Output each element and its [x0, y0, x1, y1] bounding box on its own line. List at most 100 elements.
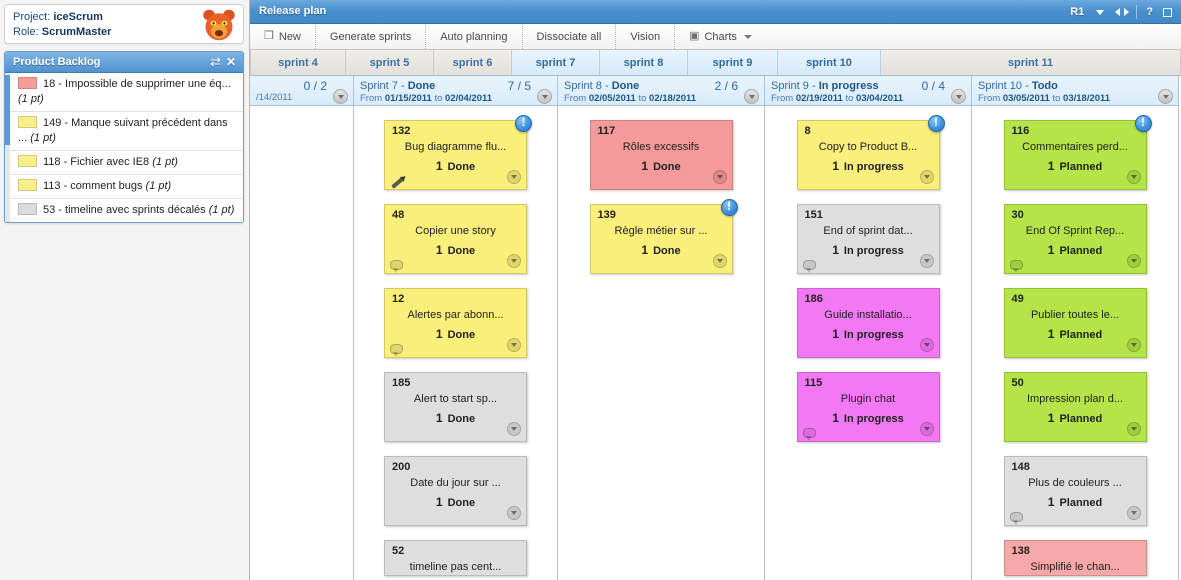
- toolbar-button-auto-planning[interactable]: Auto planning: [426, 24, 523, 49]
- product-backlog-header: Product Backlog ⇄ ✕: [5, 52, 243, 73]
- sprint-status-badge: In progress: [818, 80, 879, 92]
- story-card-menu-icon[interactable]: [919, 338, 934, 352]
- story-card-menu-icon[interactable]: [919, 254, 934, 268]
- story-card[interactable]: 138Simplifié le chan...1Planned: [1003, 540, 1147, 576]
- list-item[interactable]: 113 - comment bugs (1 pt): [10, 175, 243, 199]
- sprint-dates: From 03/05/2011 to 03/18/2011: [978, 93, 1110, 104]
- story-card-status-line: 1 Done: [385, 159, 526, 173]
- tab-sprint-9[interactable]: sprint 9: [688, 50, 778, 75]
- sprint-menu-icon[interactable]: [333, 89, 348, 104]
- story-card-menu-icon[interactable]: [507, 254, 521, 268]
- tab-sprint-8[interactable]: sprint 8: [600, 50, 688, 75]
- story-card[interactable]: 185 Alert to start sp... 1 Done: [384, 372, 527, 442]
- story-card-menu-icon[interactable]: [507, 506, 521, 520]
- story-card-menu-icon[interactable]: [507, 422, 521, 436]
- story-card[interactable]: 117 Rôles excessifs 1 Done: [589, 120, 733, 190]
- release-selector-label[interactable]: R1: [1065, 0, 1089, 24]
- story-card-menu-icon[interactable]: [919, 422, 934, 436]
- sprint-menu-icon[interactable]: [744, 89, 759, 104]
- story-card-menu-icon[interactable]: [1126, 506, 1141, 520]
- story-card-points: 1: [641, 243, 649, 257]
- toolbar-button-new[interactable]: ❐ New: [250, 24, 316, 49]
- maximize-icon[interactable]: [1163, 7, 1172, 17]
- sprint-title-prefix: Sprint 8 -: [564, 80, 612, 92]
- project-info-box: Project: iceScrum Role: ScrumMaster: [4, 4, 244, 44]
- story-card-name: Commentaires perd...: [1022, 141, 1128, 153]
- story-card-menu-icon[interactable]: [919, 170, 934, 184]
- previous-arrow-icon[interactable]: [1115, 8, 1121, 16]
- story-card-menu-icon[interactable]: [712, 170, 727, 184]
- story-card-menu-icon[interactable]: [712, 254, 727, 268]
- story-card[interactable]: 50 Impression plan d... 1 Planned: [1003, 372, 1147, 442]
- list-item-points: (1 pt): [27, 132, 56, 144]
- sprint-title: Sprint 8 - Done: [564, 80, 639, 92]
- list-item[interactable]: 18 - Impossible de supprimer une éq... (…: [10, 73, 243, 112]
- toolbar-button-dissociate-all[interactable]: Dissociate all: [523, 24, 617, 49]
- story-card-state: Done: [447, 497, 476, 509]
- sprint-dates-separator: to: [1049, 93, 1064, 104]
- story-card[interactable]: 200 Date du jour sur ... 1 Done: [384, 456, 527, 526]
- sprint-dates-separator: to: [431, 93, 446, 104]
- tab-sprint-4[interactable]: sprint 4: [250, 50, 346, 75]
- tab-sprint-11[interactable]: sprint 11: [881, 50, 1181, 75]
- story-card[interactable]: 151 End of sprint dat... 1 In progress: [796, 204, 940, 274]
- story-card[interactable]: 30 End Of Sprint Rep... 1 Planned: [1003, 204, 1147, 274]
- story-card[interactable]: 148 Plus de couleurs ... 1 Planned: [1003, 456, 1147, 526]
- next-arrow-icon[interactable]: [1124, 8, 1130, 16]
- toolbar-button-generate-sprints[interactable]: Generate sprints: [316, 24, 427, 49]
- left-sidebar: Project: iceScrum Role: ScrumMaster Prod…: [0, 0, 250, 580]
- project-value: iceScrum: [53, 11, 103, 23]
- story-card-menu-icon[interactable]: [1126, 170, 1141, 184]
- help-icon[interactable]: ?: [1141, 0, 1158, 24]
- story-card-status-line: 1 Done: [385, 411, 526, 425]
- story-card[interactable]: 8 Copy to Product B... 1 In progress: [796, 115, 945, 190]
- story-card-menu-icon[interactable]: [507, 338, 521, 352]
- chevron-down-icon[interactable]: [743, 34, 752, 39]
- toolbar-button-vision[interactable]: Vision: [616, 24, 676, 49]
- story-card-menu-icon[interactable]: [1126, 254, 1141, 268]
- sprint-title-prefix: Sprint 7 -: [360, 80, 408, 92]
- story-color-swatch: [18, 155, 37, 167]
- sprint-menu-icon[interactable]: [537, 89, 552, 104]
- story-card-menu-icon[interactable]: [1126, 422, 1141, 436]
- story-card[interactable]: 116 Commentaires perd... 1 Planned: [1003, 115, 1152, 190]
- swap-icon[interactable]: ⇄: [210, 55, 221, 69]
- sprint-column-sprint9: Sprint 9 - In progress From 02/19/2011 to…: [765, 76, 972, 580]
- story-card-name: Guide installatio...: [824, 309, 912, 321]
- tab-sprint-10[interactable]: sprint 10: [778, 50, 881, 75]
- sprint-menu-icon[interactable]: [951, 89, 966, 104]
- list-item-points: (1 pt): [149, 156, 178, 168]
- story-card[interactable]: 139 Règle métier sur ... 1 Done: [589, 199, 738, 274]
- tab-sprint-6[interactable]: sprint 6: [434, 50, 512, 75]
- story-card-points: 1: [1047, 495, 1055, 509]
- sprint-tabstrip: sprint 4 sprint 5 sprint 6 sprint 7 sprint 8…: [250, 50, 1181, 76]
- story-card[interactable]: 115 Plugin chat 1 In progress: [796, 372, 940, 442]
- close-icon[interactable]: ✕: [226, 55, 236, 69]
- story-card[interactable]: 186 Guide installatio... 1 In progress: [796, 288, 940, 358]
- story-card-menu-icon[interactable]: [507, 170, 521, 184]
- sprint-column-sprint7: Sprint 7 - Done From 01/15/2011 to 02/04/…: [354, 76, 558, 580]
- sprint-menu-icon[interactable]: [1158, 89, 1173, 104]
- story-card-state: Done: [447, 329, 476, 341]
- story-card[interactable]: 52timeline pas cent...1Done: [384, 540, 527, 576]
- story-card[interactable]: 49 Publier toutes le... 1 Planned: [1003, 288, 1147, 358]
- story-card-status-line: 1 In progress: [798, 243, 939, 257]
- list-item[interactable]: 118 - Fichier avec IE8 (1 pt): [10, 151, 243, 175]
- story-card-status-line: 1 Done: [385, 243, 526, 257]
- story-card-name: Plus de couleurs ...: [1028, 477, 1122, 489]
- story-card[interactable]: 48 Copier une story 1 Done: [384, 204, 527, 274]
- story-card[interactable]: 132 Bug diagramme flu... 1 Done: [384, 115, 532, 190]
- toolbar-button-charts[interactable]: ▣ Charts: [675, 24, 766, 49]
- release-plan-window: Release plan R1 ? ❐ New Generate sprints Au…: [250, 0, 1181, 580]
- tab-sprint-7[interactable]: sprint 7: [512, 50, 600, 75]
- list-item-label: 113 - comment bugs: [43, 180, 143, 192]
- chevron-down-icon[interactable]: [1096, 9, 1105, 15]
- story-card[interactable]: 12 Alertes par abonn... 1 Done: [384, 288, 527, 358]
- list-item[interactable]: 149 - Manque suivant précédent dans ... …: [10, 112, 243, 151]
- story-card-menu-icon[interactable]: [1126, 338, 1141, 352]
- story-card-state: Done: [447, 413, 476, 425]
- sprint-dates-prefix: From: [564, 93, 589, 104]
- list-item[interactable]: 53 - timeline avec sprints décalés (1 pt…: [10, 199, 243, 222]
- tab-sprint-5[interactable]: sprint 5: [346, 50, 434, 75]
- story-card-id: 200: [392, 461, 411, 473]
